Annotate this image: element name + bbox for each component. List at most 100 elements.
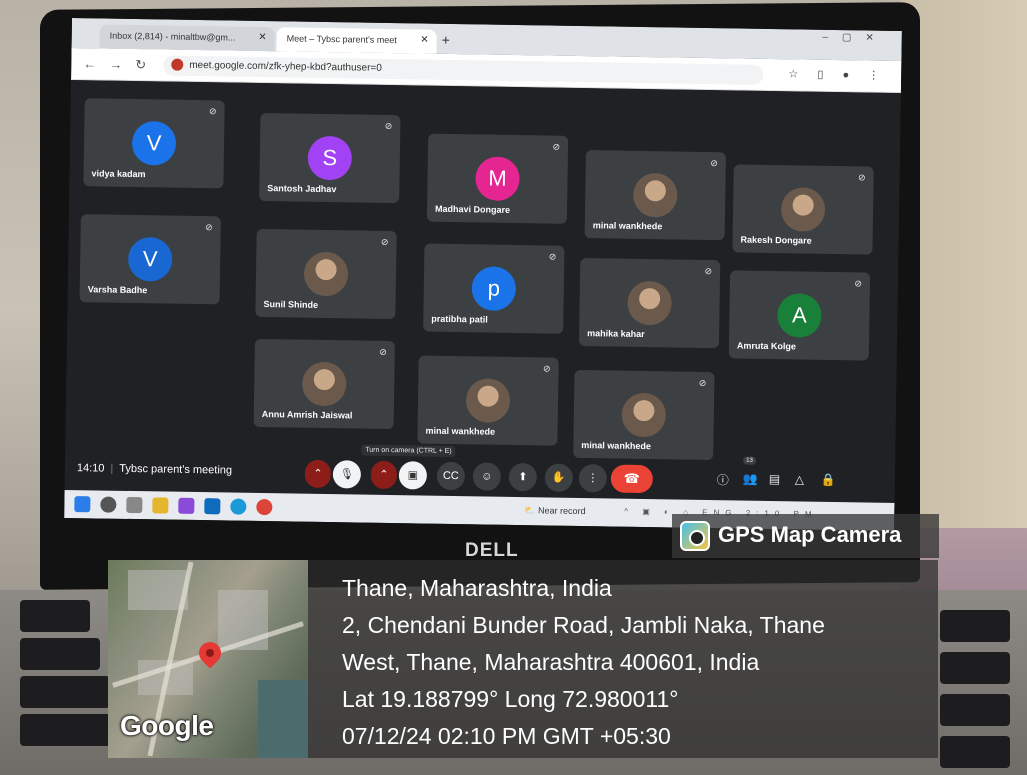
participant-tile[interactable]: ⊘ M Madhavi Dongare	[426, 133, 569, 224]
participant-tile[interactable]: ⊘ S Santosh Jadhav	[259, 112, 401, 204]
meet-grid: ⊘ Vvidya kadam ⊘ S Santosh Jadhav ⊘ M Madhavi D…	[65, 79, 901, 463]
participant-tile[interactable]: ⊘ minal wankhede	[417, 355, 559, 446]
stamp-latlong: Lat 19.188799° Long 72.980011°	[342, 686, 679, 712]
task-view-icon[interactable]	[126, 496, 143, 514]
mic-muted-icon: ⊘	[710, 158, 718, 169]
mic-muted-icon: ⊘	[384, 120, 393, 132]
mic-muted-icon: ⊘	[857, 172, 866, 183]
camera-options-button[interactable]: ⌃	[370, 460, 398, 490]
participant-tile[interactable]: ⊘ Vvidya kadam	[83, 98, 225, 189]
participant-name: Rakesh Dongare	[740, 234, 812, 246]
emoji-icon[interactable]: ☺	[472, 462, 502, 491]
search-icon[interactable]	[100, 496, 117, 513]
close-icon[interactable]: ✕	[420, 34, 429, 45]
meeting-info: 14:10 | Tybsc parent's meeting	[76, 462, 233, 477]
mic-muted-icon: ⊘	[854, 278, 863, 289]
tab-meet-title: Meet – Tybsc parent's meet	[286, 33, 397, 46]
dell-logo: DELL	[465, 540, 519, 561]
key	[20, 714, 120, 746]
participant-tile[interactable]: ⊘ Rakesh Dongare	[732, 164, 874, 255]
file-explorer-icon[interactable]	[152, 497, 169, 514]
participant-photo	[780, 187, 826, 232]
participant-tile[interactable]: ⊘ mahika kahar	[578, 258, 721, 349]
site-info-icon[interactable]	[171, 58, 184, 71]
start-icon[interactable]	[74, 496, 91, 513]
participant-tile[interactable]: ⊘ Sunil Shinde	[255, 228, 397, 320]
forward-icon[interactable]: →	[109, 57, 122, 72]
mic-muted-icon: ⊘	[698, 377, 707, 389]
participant-tile[interactable]: ⊘ minal wankhede	[573, 369, 715, 461]
copilot-icon[interactable]	[178, 497, 195, 514]
participant-photo	[621, 392, 667, 438]
url-field[interactable]: meet.google.com/zfk-yhep-kbd?authuser=0	[163, 55, 764, 85]
activities-icon[interactable]: △	[795, 472, 804, 486]
back-icon[interactable]: ←	[83, 56, 96, 71]
key	[20, 600, 90, 632]
toolbar-icons[interactable]: ☆ ▯ ● ⋮	[788, 67, 887, 82]
outlook-icon[interactable]	[204, 498, 221, 515]
mic-muted-icon: ⊘	[548, 251, 557, 262]
end-call-button[interactable]: ☎	[610, 464, 654, 494]
laptop-screen: Inbox (2,814) - minaltbw@gm... ✕ Meet – …	[64, 18, 902, 531]
weather-text: Near record	[537, 505, 586, 517]
participant-photo	[303, 251, 349, 297]
raise-hand-icon[interactable]: ✋	[544, 463, 574, 492]
mic-off-icon[interactable]: 🎙	[332, 460, 362, 489]
camera-off-icon[interactable]: ▣	[398, 461, 428, 490]
participant-photo	[627, 280, 672, 326]
tab-meet[interactable]: Meet – Tybsc parent's meet ✕	[276, 27, 437, 54]
tab-gmail[interactable]: Inbox (2,814) - minaltbw@gm... ✕	[99, 24, 275, 52]
host-controls-icon[interactable]: 🔒	[821, 473, 836, 487]
participant-name: Annu Amrish Jaiswal	[261, 409, 353, 421]
participant-name: Madhavi Dongare	[434, 203, 511, 215]
info-icon[interactable]: ⓘ	[717, 471, 729, 488]
people-icon[interactable]: 👥	[743, 472, 758, 486]
meeting-time: 14:10	[76, 462, 105, 475]
mic-options-button[interactable]: ⌃	[304, 459, 332, 489]
chat-icon[interactable]: ▤	[769, 472, 781, 486]
new-tab-icon[interactable]: +	[442, 32, 450, 48]
key	[940, 736, 1010, 768]
mic-muted-icon: ⊘	[704, 265, 713, 277]
weather-widget[interactable]: ⛅ Near record	[524, 505, 585, 517]
participant-tile[interactable]: ⊘ A Amruta Kolge	[728, 270, 871, 361]
close-icon[interactable]: ✕	[258, 32, 267, 43]
participant-tile[interactable]: ⊘ p pratibha patil	[423, 243, 565, 334]
participant-avatar: V	[131, 120, 177, 166]
participant-name: minal wankhede	[581, 440, 651, 452]
more-options-icon[interactable]: ⋮	[578, 464, 608, 493]
participant-name: minal wankhede	[425, 425, 496, 437]
participant-photo	[632, 172, 678, 218]
participant-name: pratibha patil	[431, 313, 488, 325]
mic-muted-icon: ⊘	[552, 141, 561, 152]
participant-avatar: V	[127, 236, 173, 282]
participant-avatar: M	[475, 156, 520, 202]
participant-name: Santosh Jadhav	[267, 183, 337, 195]
stamp-address-2: West, Thane, Maharashtra 400601, India	[342, 649, 760, 675]
participant-name: Sunil Shinde	[263, 299, 319, 310]
participant-tile[interactable]: ⊘ V Varsha Badhe	[79, 214, 221, 305]
mic-muted-icon: ⊘	[208, 106, 217, 117]
google-map-label: Google	[120, 710, 214, 741]
participant-tile[interactable]: ⊘ Annu Amrish Jaiswal	[253, 338, 395, 430]
participant-photo	[465, 378, 511, 423]
tab-gmail-title: Inbox (2,814) - minaltbw@gm...	[109, 30, 236, 43]
participant-count-badge: 13	[743, 456, 756, 465]
edge-icon[interactable]	[230, 498, 247, 515]
chrome-icon[interactable]	[256, 498, 273, 516]
participant-avatar: S	[307, 135, 353, 181]
mic-muted-icon: ⊘	[380, 236, 389, 247]
camera-tooltip: Turn on camera (CTRL + E)	[361, 444, 456, 458]
key	[940, 652, 1010, 684]
present-icon[interactable]: ⬆	[508, 462, 538, 492]
captions-icon[interactable]: CC	[436, 461, 466, 491]
photo-scene: Inbox (2,814) - minaltbw@gm... ✕ Meet – …	[0, 0, 1027, 775]
reload-icon[interactable]: ↻	[135, 57, 146, 73]
gps-stamp-text: Thane, Maharashtra, India 2, Chendani Bu…	[342, 570, 825, 755]
participant-tile[interactable]: ⊘ minal wankhede	[584, 150, 726, 241]
participant-photo	[301, 361, 347, 407]
gps-camera-icon	[680, 521, 710, 551]
window-controls[interactable]: –▢✕	[822, 32, 888, 44]
satellite-map-thumbnail: Google	[108, 560, 308, 758]
key	[20, 638, 100, 670]
